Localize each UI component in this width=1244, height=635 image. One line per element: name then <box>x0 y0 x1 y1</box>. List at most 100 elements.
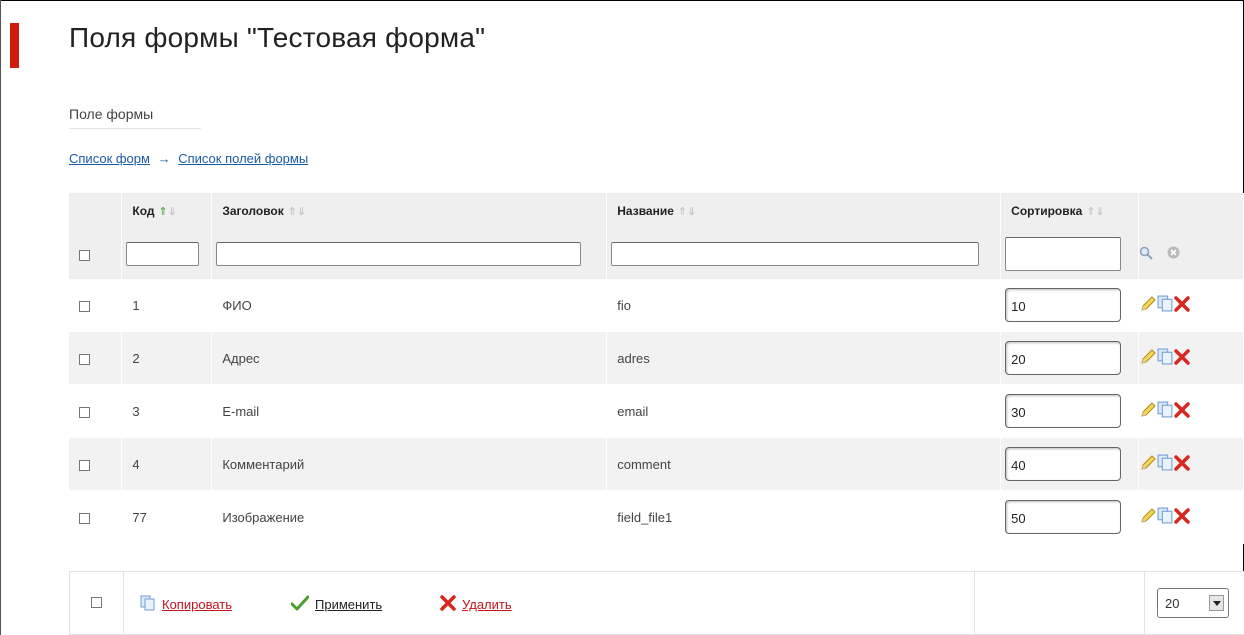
per-page-select[interactable]: 20 <box>1157 588 1229 618</box>
row-sort-input[interactable]: 10 <box>1005 288 1122 322</box>
row-checkbox[interactable] <box>79 353 90 365</box>
filter-heading-input[interactable] <box>216 242 582 266</box>
row-sort-input[interactable]: 50 <box>1005 500 1122 534</box>
row-code: 4 <box>121 437 213 491</box>
row-checkbox[interactable] <box>79 459 90 471</box>
window-left-border <box>0 0 1 635</box>
copy-icon <box>140 595 156 614</box>
filter-name-input[interactable] <box>611 242 980 266</box>
sort-down-arrow-icon[interactable]: ⇓ <box>1096 206 1105 218</box>
row-sort-cell: 40 <box>1000 437 1140 491</box>
filter-sort-input[interactable] <box>1005 237 1122 271</box>
delete-link[interactable]: Удалить <box>462 597 512 612</box>
row-code: 77 <box>121 490 213 544</box>
row-checkbox[interactable] <box>79 406 90 418</box>
breadcrumb-forms-list-link[interactable]: Список форм <box>69 151 150 166</box>
copy-icon[interactable] <box>1157 401 1174 421</box>
row-code: 1 <box>121 279 213 332</box>
delete-icon[interactable] <box>1174 507 1190 527</box>
row-actions <box>1138 279 1244 332</box>
window-top-border <box>0 0 1244 1</box>
row-sort-cell: 20 <box>1000 331 1140 385</box>
search-icon[interactable] <box>1139 246 1153 263</box>
sort-arrows[interactable]: ⇑⇓ <box>678 206 696 218</box>
edit-pencil-icon[interactable] <box>1139 401 1157 422</box>
per-page-value: 20 <box>1165 596 1180 611</box>
column-header-code[interactable]: Код ⇑⇓ <box>121 193 213 229</box>
column-name-label: Название <box>617 204 674 218</box>
title-accent-bar <box>10 23 19 68</box>
apply-link[interactable]: Применить <box>315 597 382 612</box>
row-sort-cell: 30 <box>1000 384 1140 438</box>
table-row: 4 Комментарий comment 40 <box>69 437 1244 491</box>
copy-icon[interactable] <box>1157 348 1174 368</box>
column-header-name[interactable]: Название ⇑⇓ <box>606 193 1002 229</box>
column-heading-label: Заголовок <box>222 204 284 218</box>
table-row: 1 ФИО fio 10 <box>69 279 1244 332</box>
dropdown-arrow-icon[interactable] <box>1209 595 1224 611</box>
sort-down-arrow-icon[interactable]: ⇓ <box>168 206 177 218</box>
row-heading: E-mail <box>211 384 608 438</box>
copy-icon[interactable] <box>1157 507 1174 527</box>
header-select-cell <box>69 193 123 229</box>
edit-pencil-icon[interactable] <box>1139 348 1157 369</box>
filter-heading-cell <box>211 229 608 279</box>
sort-down-arrow-icon[interactable]: ⇓ <box>297 206 306 218</box>
row-name: field_file1 <box>606 490 1002 544</box>
row-sort-input[interactable]: 40 <box>1005 447 1122 481</box>
copy-link[interactable]: Копировать <box>162 597 232 612</box>
table-footer: Копировать Применить Удалить 20 <box>69 571 1244 635</box>
row-select-cell <box>69 437 123 491</box>
edit-pencil-icon[interactable] <box>1139 295 1157 316</box>
row-sort-input[interactable]: 30 <box>1005 394 1122 428</box>
column-header-heading[interactable]: Заголовок ⇑⇓ <box>211 193 608 229</box>
table-row: 3 E-mail email 30 <box>69 384 1244 438</box>
row-heading: Изображение <box>211 490 608 544</box>
delete-icon[interactable] <box>1174 401 1190 421</box>
sort-up-arrow-icon[interactable]: ⇑ <box>678 206 687 218</box>
row-select-cell <box>69 279 123 332</box>
row-checkbox[interactable] <box>79 512 90 524</box>
footer-spacer-cell <box>975 572 1145 634</box>
row-actions <box>1138 437 1244 491</box>
copy-icon[interactable] <box>1157 454 1174 474</box>
apply-button[interactable]: Применить <box>290 595 382 614</box>
row-sort-input[interactable]: 20 <box>1005 341 1122 375</box>
copy-icon[interactable] <box>1157 295 1174 315</box>
sort-down-arrow-icon[interactable]: ⇓ <box>687 206 696 218</box>
page-title: Поля формы "Тестовая форма" <box>69 22 486 53</box>
row-checkbox[interactable] <box>79 300 90 312</box>
footer-select-all-checkbox[interactable] <box>91 597 102 608</box>
fields-table: Код ⇑⇓ Заголовок ⇑⇓ Название ⇑⇓ Сортировка ⇑… <box>69 193 1244 544</box>
breadcrumb-form-fields-link[interactable]: Список полей формы <box>178 151 308 166</box>
row-sort-cell: 50 <box>1000 490 1140 544</box>
sort-up-arrow-icon[interactable]: ⇑ <box>1086 206 1095 218</box>
table-header-row: Код ⇑⇓ Заголовок ⇑⇓ Название ⇑⇓ Сортировка ⇑… <box>69 193 1244 229</box>
row-heading: ФИО <box>211 279 608 332</box>
delete-icon[interactable] <box>1174 454 1190 474</box>
table-body: 1 ФИО fio 10 2 Адрес adres 20 3 E-mail email 30 4 Ком… <box>69 279 1244 544</box>
copy-button[interactable]: Копировать <box>140 595 232 614</box>
delete-button[interactable]: Удалить <box>440 595 512 614</box>
row-select-cell <box>69 331 123 385</box>
edit-pencil-icon[interactable] <box>1139 454 1157 475</box>
filter-code-input[interactable] <box>126 242 200 266</box>
column-header-sort[interactable]: Сортировка ⇑⇓ <box>1000 193 1140 229</box>
sort-up-arrow-icon[interactable]: ⇑ <box>159 206 168 218</box>
row-name: fio <box>606 279 1002 332</box>
select-all-checkbox[interactable] <box>79 249 90 261</box>
row-code: 3 <box>121 384 213 438</box>
edit-pencil-icon[interactable] <box>1139 507 1157 528</box>
sort-arrows[interactable]: ⇑⇓ <box>159 206 177 218</box>
clear-icon[interactable] <box>1167 246 1180 262</box>
tab-form-field[interactable]: Поле формы <box>69 106 201 129</box>
sort-up-arrow-icon[interactable]: ⇑ <box>288 206 297 218</box>
delete-icon[interactable] <box>1174 348 1190 368</box>
filter-code-cell <box>121 229 213 279</box>
sort-arrows[interactable]: ⇑⇓ <box>1086 206 1104 218</box>
filter-name-cell <box>606 229 1002 279</box>
delete-icon[interactable] <box>1174 295 1190 315</box>
row-name: adres <box>606 331 1002 385</box>
row-actions <box>1138 384 1244 438</box>
sort-arrows[interactable]: ⇑⇓ <box>288 206 306 218</box>
